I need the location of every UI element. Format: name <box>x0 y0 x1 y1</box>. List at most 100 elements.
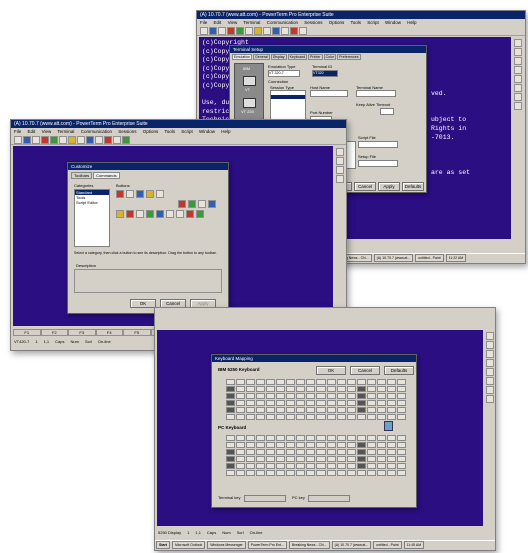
tool-icon[interactable] <box>336 175 344 183</box>
menu-tools[interactable]: Tools <box>350 20 361 25</box>
tab-display[interactable]: Display <box>270 54 287 60</box>
paste-icon[interactable] <box>263 26 271 35</box>
taskbar-item[interactable]: Microsoft Outlook <box>171 541 206 549</box>
tool-icon[interactable] <box>486 341 494 349</box>
tool-icon[interactable] <box>514 75 522 83</box>
paste-icon[interactable] <box>77 135 85 144</box>
macro-icon[interactable] <box>122 135 130 144</box>
taskbar-item[interactable]: Breaking News - CN... <box>288 541 330 549</box>
menu-view[interactable]: View <box>228 20 238 25</box>
tool-icon[interactable] <box>486 332 494 340</box>
transfer-icon[interactable] <box>186 210 194 218</box>
menu-communication[interactable]: Communication <box>267 20 298 25</box>
menu-script[interactable]: Script <box>367 20 379 25</box>
tab-keyboard[interactable]: Keyboard <box>287 54 307 60</box>
tool-icon[interactable] <box>486 386 494 394</box>
stop-icon[interactable] <box>198 200 206 208</box>
new-icon[interactable] <box>200 26 208 35</box>
script-file-field[interactable] <box>358 141 398 148</box>
help-icon[interactable] <box>113 135 121 144</box>
tab-toolbars[interactable]: Toolbars <box>71 172 93 179</box>
disconnect-icon[interactable] <box>236 26 244 35</box>
setup-icon[interactable] <box>208 200 216 208</box>
menu-tools[interactable]: Tools <box>164 129 175 134</box>
script-icon[interactable] <box>104 135 112 144</box>
tile-icon[interactable] <box>176 210 184 218</box>
apply-button[interactable]: Apply <box>378 182 400 191</box>
taskbar-item[interactable]: untitled - Paint <box>415 254 444 262</box>
tool-icon[interactable] <box>514 57 522 65</box>
copy-icon[interactable] <box>254 26 262 35</box>
keep-alive-field[interactable] <box>380 108 394 115</box>
tool-icon[interactable] <box>336 148 344 156</box>
menu-file[interactable]: File <box>14 129 21 134</box>
tool-icon[interactable] <box>486 368 494 376</box>
tool-icon[interactable] <box>514 48 522 56</box>
menu-script[interactable]: Script <box>181 129 193 134</box>
setup-icon[interactable] <box>272 26 280 35</box>
open-icon[interactable] <box>209 26 217 35</box>
save-icon[interactable] <box>32 135 40 144</box>
keyboard-icon[interactable] <box>281 26 289 35</box>
menu-options[interactable]: Options <box>329 20 345 25</box>
print-icon[interactable] <box>136 210 144 218</box>
taskbar-item[interactable]: untitled - Paint <box>373 541 402 549</box>
tab-printer[interactable]: Printer <box>307 54 323 60</box>
menu-window[interactable]: Window <box>385 20 401 25</box>
save-icon[interactable] <box>218 26 226 35</box>
tab-general[interactable]: General <box>252 54 270 60</box>
defaults-button[interactable]: Defaults <box>402 182 424 191</box>
emulation-item[interactable]: IBM <box>243 66 250 71</box>
tool-icon[interactable] <box>336 157 344 165</box>
tool-icon[interactable] <box>514 66 522 74</box>
tool-icon[interactable] <box>514 84 522 92</box>
terminal-icon[interactable] <box>243 98 256 108</box>
emulation-item[interactable]: VT <box>245 87 250 92</box>
ok-button[interactable]: OK <box>316 366 346 375</box>
menu-terminal[interactable]: Terminal <box>57 129 74 134</box>
taskbar-item[interactable]: Windows Messenger <box>207 541 246 549</box>
connect-icon[interactable] <box>116 190 124 198</box>
play-icon[interactable] <box>188 200 196 208</box>
script-icon[interactable] <box>290 26 298 35</box>
f4-key[interactable]: F4 <box>95 329 123 336</box>
new-icon[interactable] <box>126 190 134 198</box>
tool-icon[interactable] <box>486 359 494 367</box>
terminal-icon[interactable] <box>243 76 256 86</box>
open-icon[interactable] <box>23 135 31 144</box>
setup-icon[interactable] <box>86 135 94 144</box>
tool-icon[interactable] <box>514 93 522 101</box>
defaults-button[interactable]: Defaults <box>384 366 414 375</box>
macro-icon[interactable] <box>146 210 154 218</box>
tab-preferences[interactable]: Preferences <box>337 54 361 60</box>
menu-options[interactable]: Options <box>143 129 159 134</box>
window-icon[interactable] <box>156 210 164 218</box>
terminal-name-field[interactable] <box>356 90 396 97</box>
taskbar-item[interactable]: (A) 10.70.7 (www.at... <box>373 254 414 262</box>
host-name-field[interactable] <box>310 90 348 97</box>
keyboard-icon[interactable] <box>116 210 124 218</box>
ok-button[interactable]: OK <box>130 299 156 308</box>
menu-terminal[interactable]: Terminal <box>243 20 260 25</box>
terminal-id-select[interactable]: VT320 <box>312 70 338 77</box>
tool-icon[interactable] <box>486 395 494 403</box>
emulation-item[interactable]: VT 220 <box>241 109 254 114</box>
menu-edit[interactable]: Edit <box>28 129 36 134</box>
menu-sessions[interactable]: Sessions <box>304 20 322 25</box>
taskbar-item[interactable]: PowerTerm Pro Ent... <box>247 541 287 549</box>
paste-icon[interactable] <box>156 190 164 198</box>
connect-icon[interactable] <box>41 135 49 144</box>
menu-help[interactable]: Help <box>221 129 230 134</box>
category-item[interactable]: Script Editor <box>75 200 109 205</box>
emulation-type-select[interactable]: VT 320-7 <box>268 70 300 77</box>
scroll-up-icon[interactable] <box>514 39 522 47</box>
print-icon[interactable] <box>59 135 67 144</box>
menu-view[interactable]: View <box>42 129 52 134</box>
tool-icon[interactable] <box>486 350 494 358</box>
menu-sessions[interactable]: Sessions <box>118 129 136 134</box>
f3-key[interactable]: F3 <box>68 329 96 336</box>
script-icon[interactable] <box>126 210 134 218</box>
copy-icon[interactable] <box>146 190 154 198</box>
taskbar-item[interactable]: (A) 10.70.7 (www.at... <box>331 541 372 549</box>
cancel-button[interactable]: Cancel <box>350 366 380 375</box>
